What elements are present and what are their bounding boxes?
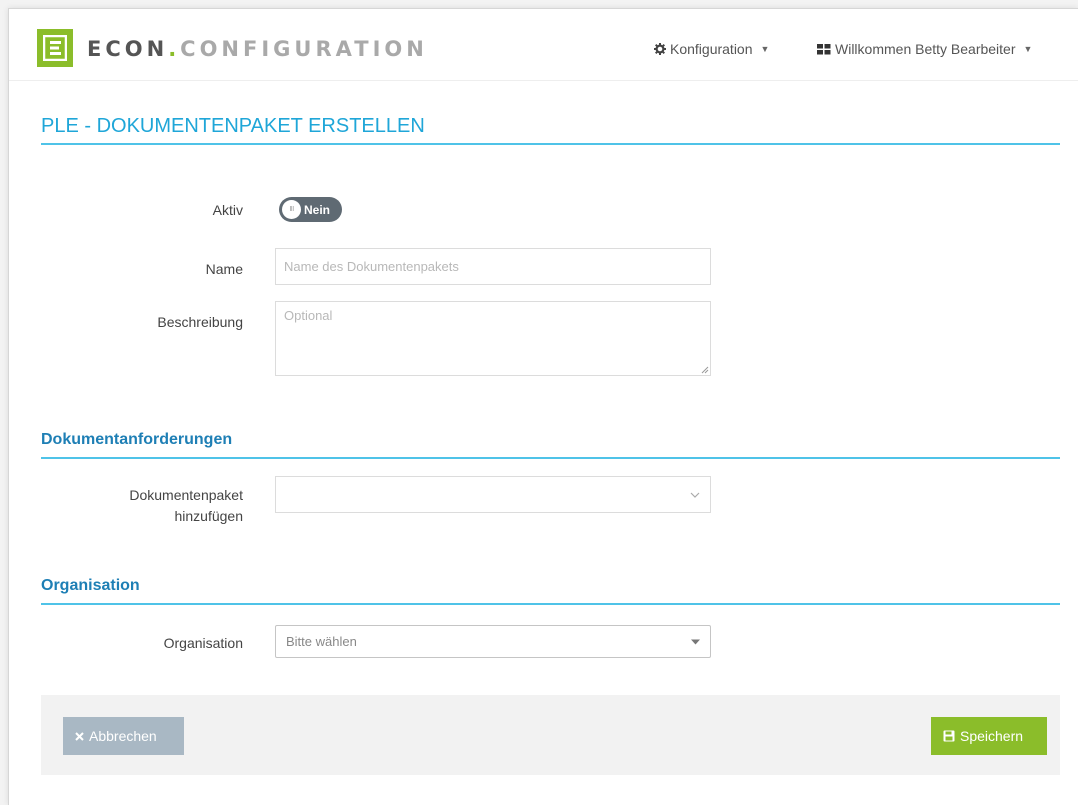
section-divider	[41, 603, 1060, 605]
cancel-button-label: Abbrechen	[89, 728, 157, 744]
brand-name-dot: .	[168, 37, 181, 61]
nav-user-dropdown[interactable]: Willkommen Betty Bearbeiter ▼	[817, 41, 1032, 57]
dokumentenpaket-label-line2: hinzufügen	[174, 508, 243, 524]
section-title-dokumentanforderungen: Dokumentanforderungen	[41, 431, 233, 448]
nav-user-label: Willkommen Betty Bearbeiter	[835, 41, 1016, 57]
name-label: Name	[205, 261, 243, 277]
title-divider	[41, 143, 1060, 145]
aktiv-label: Aktiv	[212, 202, 243, 218]
resize-handle-icon[interactable]	[701, 366, 709, 374]
dokumentenpaket-label-line1: Dokumentenpaket	[129, 487, 243, 503]
brand-name: ECON.CONFIGURATION	[87, 37, 428, 61]
toggle-knob: III	[282, 200, 301, 219]
cancel-button[interactable]: Abbrechen	[63, 717, 184, 755]
organisation-label: Organisation	[163, 635, 243, 651]
brand-logo[interactable]	[37, 29, 73, 67]
caret-down-icon	[691, 639, 700, 644]
organisation-select-value: Bitte wählen	[286, 634, 357, 649]
top-navbar: ECON.CONFIGURATION Konfiguration ▼ Willk…	[9, 9, 1078, 81]
close-icon	[75, 731, 84, 741]
save-button-label: Speichern	[960, 728, 1024, 744]
section-divider	[41, 457, 1060, 459]
form-actions-bar: Abbrechen Speichern	[41, 695, 1060, 775]
nav-konfiguration-dropdown[interactable]: Konfiguration ▼	[654, 41, 769, 57]
section-title-organisation: Organisation	[41, 577, 140, 594]
brand-name-rest: CONFIGURATION	[180, 37, 428, 61]
dokumentenpaket-select[interactable]	[275, 476, 711, 513]
beschreibung-label: Beschreibung	[157, 314, 243, 330]
logo-e-icon	[43, 35, 67, 61]
gear-icon	[654, 43, 666, 55]
organisation-select[interactable]: Bitte wählen	[275, 625, 711, 658]
grid-icon	[817, 43, 831, 54]
beschreibung-textarea[interactable]	[275, 301, 711, 376]
nav-konfiguration-label: Konfiguration	[670, 41, 753, 57]
caret-down-icon: ▼	[760, 44, 770, 54]
dokumentenpaket-label: Dokumentenpaket hinzufügen	[33, 485, 243, 527]
aktiv-toggle[interactable]: III Nein	[279, 197, 342, 222]
app-window: ECON.CONFIGURATION Konfiguration ▼ Willk…	[8, 8, 1078, 805]
page-title: PLE - DOKUMENTENPAKET ERSTELLEN	[41, 115, 425, 137]
floppy-disk-icon	[943, 730, 955, 742]
aktiv-toggle-text: Nein	[304, 202, 331, 217]
caret-down-icon: ▼	[1023, 44, 1033, 54]
chevron-down-icon	[690, 492, 700, 498]
name-input[interactable]	[275, 248, 711, 285]
brand-name-main: ECON	[87, 37, 169, 61]
save-button[interactable]: Speichern	[931, 717, 1047, 755]
